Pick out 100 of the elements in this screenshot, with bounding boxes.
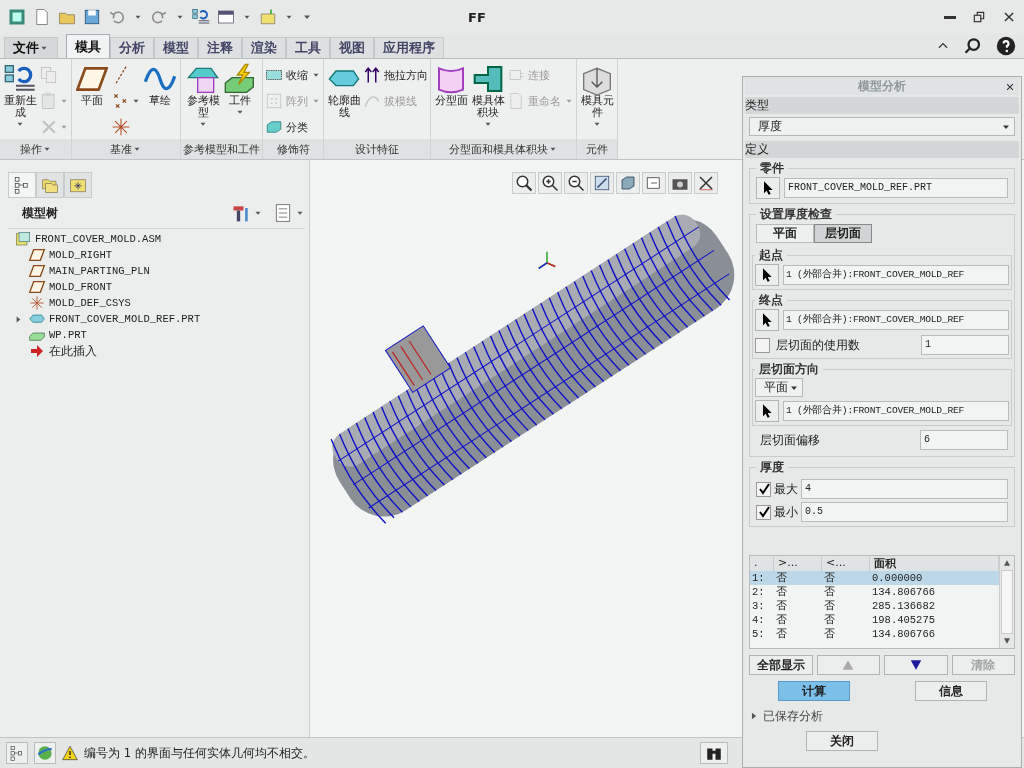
count-field[interactable]: 1 <box>921 335 1009 355</box>
menu-tab[interactable]: 渲染 <box>242 37 286 58</box>
action-button[interactable]: 信息 <box>914 681 987 701</box>
table-cell-text: 2: <box>751 585 766 599</box>
save-icon <box>83 8 101 26</box>
group-label[interactable]: 修饰符 <box>263 139 323 159</box>
table-cell-text: 否 <box>775 613 788 627</box>
thickness-field[interactable]: 0.5 <box>801 502 1008 522</box>
offset-field[interactable]: 6 <box>920 430 1008 450</box>
table-row[interactable]: 2: 否 否 134.806766 <box>750 585 999 599</box>
table-row[interactable]: 5: 否 否 134.806766 <box>750 627 999 641</box>
reference-field[interactable]: 1 (外部合并):FRONT_COVER_MOLD_REF <box>783 310 1009 330</box>
checkbox[interactable] <box>756 481 771 497</box>
menu-tab[interactable]: 分析 <box>110 37 154 58</box>
table-cell-text: 5: <box>751 627 766 641</box>
settings-button[interactable] <box>231 203 263 223</box>
close-dialog-button[interactable]: 关闭 <box>806 731 878 751</box>
ribbon-button[interactable]: 收缩 <box>265 63 321 87</box>
tree-item[interactable]: MAIN_PARTING_PLN <box>49 265 150 277</box>
toolbar-button[interactable] <box>215 8 237 26</box>
list-button[interactable]: 全部显示 <box>749 655 813 675</box>
view-icon <box>645 174 663 192</box>
tree-item[interactable]: FRONT_COVER_MOLD.ASM <box>35 233 162 245</box>
select-button[interactable] <box>755 309 779 331</box>
checkbox[interactable] <box>755 337 770 353</box>
panel-tab[interactable] <box>8 172 36 198</box>
view-tool-button[interactable] <box>694 172 718 194</box>
select-button[interactable] <box>756 177 780 199</box>
table-row[interactable]: 1: 否 否 0.000000 <box>750 571 999 585</box>
ribbon-button[interactable]: 拖拉方向 <box>363 63 428 87</box>
group-label[interactable]: 分型面和模具体积块 <box>431 139 576 159</box>
mode-button[interactable]: 平面 <box>756 224 814 243</box>
action-button[interactable]: 计算 <box>777 681 850 701</box>
group-label[interactable]: 元件 <box>577 139 617 159</box>
ribbon-button[interactable]: 模具体积块 <box>470 63 506 139</box>
column-header[interactable]: <... <box>822 556 870 571</box>
select-button[interactable] <box>755 400 779 422</box>
view-tool-button[interactable] <box>590 172 614 194</box>
menu-tab[interactable]: 模具 <box>66 34 110 58</box>
tree-item[interactable]: MOLD_RIGHT <box>49 249 112 261</box>
help-icon <box>996 36 1016 56</box>
ribbon-button[interactable]: 重新生成 <box>2 63 38 139</box>
group-label[interactable]: 操作 <box>0 139 71 159</box>
menu-tab[interactable]: 应用程序 <box>374 37 444 58</box>
part-field[interactable]: FRONT_COVER_MOLD_REF.PRT <box>784 178 1008 198</box>
ribbon-button[interactable]: 轮廓曲线 <box>326 63 362 139</box>
menu-tab[interactable]: 工具 <box>286 37 330 58</box>
group-label[interactable]: 参考模型和工件 <box>181 139 262 159</box>
ribbon-button[interactable]: 分型面 <box>433 63 469 139</box>
view-tool-button[interactable] <box>538 172 562 194</box>
menu-tab[interactable]: 视图 <box>330 37 374 58</box>
group-title: 厚度 <box>759 459 785 476</box>
dialog-title: 模型分析 <box>858 77 906 95</box>
direction-dropdown[interactable]: 平面 <box>755 378 803 397</box>
thickness-field[interactable]: 4 <box>801 479 1008 499</box>
tree-item[interactable]: FRONT_COVER_MOLD_REF.PRT <box>49 313 201 325</box>
ribbon-button[interactable]: 模具元件 <box>579 63 615 139</box>
select-button[interactable] <box>755 264 779 286</box>
ribbon-button[interactable]: 分类 <box>265 115 321 139</box>
mode-button[interactable]: 层切面 <box>814 224 872 243</box>
ribbon-button[interactable]: 平面 <box>74 63 110 139</box>
assembly-icon <box>14 231 32 247</box>
view-tool-button[interactable] <box>512 172 536 194</box>
column-header[interactable]: >... <box>774 556 822 571</box>
column-header[interactable]: . <box>750 556 774 571</box>
panel-tab[interactable] <box>64 172 92 198</box>
ribbon-button[interactable]: 草绘 <box>142 63 178 139</box>
help-button[interactable] <box>994 34 1018 58</box>
column-header[interactable]: 面积 <box>870 556 999 571</box>
ribbon-button[interactable]: 参考模型 <box>185 63 221 139</box>
type-dropdown[interactable]: 厚度 <box>749 117 1015 136</box>
reference-field[interactable]: 1 (外部合并):FRONT_COVER_MOLD_REF <box>783 401 1009 421</box>
group-label[interactable]: 设计特征 <box>324 139 430 159</box>
ribbon-button[interactable]: 工件 <box>222 63 258 139</box>
tree-item[interactable]: MOLD_FRONT <box>49 281 112 293</box>
scrollbar[interactable] <box>999 556 1014 648</box>
menu-tab[interactable]: 注释 <box>198 37 242 58</box>
regenerate-icon <box>192 8 210 26</box>
move-down-button[interactable] <box>884 655 948 675</box>
table-row[interactable]: 4: 否 否 198.405275 <box>750 613 999 627</box>
checkbox[interactable] <box>756 504 771 520</box>
group-label[interactable]: 基准 <box>72 139 180 159</box>
tree-toggle-button[interactable] <box>6 742 28 764</box>
menu-tab[interactable]: 模型 <box>154 37 198 58</box>
reference-field[interactable]: 1 (外部合并):FRONT_COVER_MOLD_REF <box>783 265 1009 285</box>
tree-item[interactable]: 在此插入 <box>49 342 97 360</box>
new-file-icon <box>33 8 51 26</box>
table-row[interactable]: 3: 否 否 285.136682 <box>750 599 999 613</box>
view-tool-button[interactable] <box>668 172 692 194</box>
browser-button[interactable] <box>34 742 56 764</box>
toolbar-button[interactable] <box>190 8 212 26</box>
find-button[interactable] <box>700 742 728 764</box>
show-button[interactable] <box>273 203 305 223</box>
tree-item[interactable]: WP.PRT <box>49 329 87 341</box>
tree-item[interactable]: MOLD_DEF_CSYS <box>49 297 131 309</box>
warning-icon <box>62 745 78 761</box>
menu-tab[interactable]: 文件 <box>4 37 58 58</box>
redo-icon <box>150 8 168 26</box>
view-tool-button[interactable] <box>564 172 588 194</box>
saved-analysis-expander[interactable]: 已保存分析 <box>749 707 1015 725</box>
